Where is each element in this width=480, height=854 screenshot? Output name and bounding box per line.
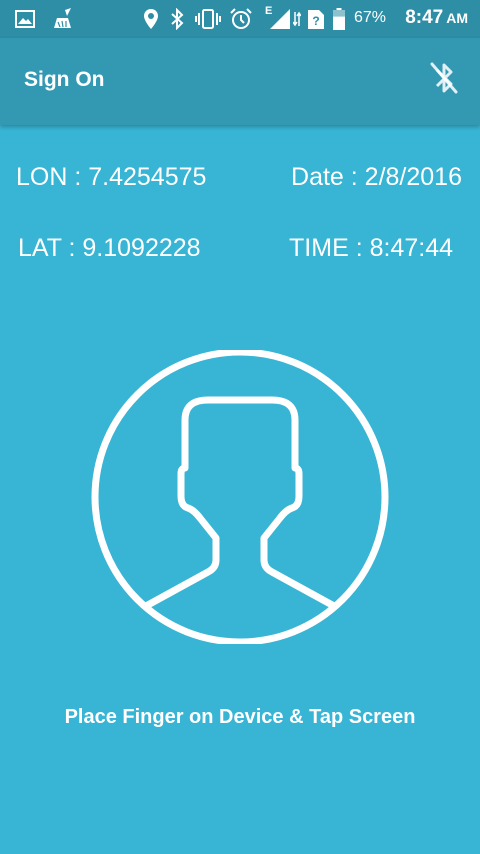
signal-icon (268, 8, 292, 30)
sim-icon: ? (307, 8, 325, 30)
user-avatar-icon (88, 348, 392, 648)
location-icon (142, 8, 160, 30)
page-title: Sign On (24, 68, 105, 91)
date-label: Date : 2/8/2016 (291, 163, 462, 191)
clock-time: 8:47 (405, 7, 444, 28)
alarm-icon (229, 8, 253, 30)
clock-ampm: AM (446, 10, 468, 26)
longitude-label: LON : 7.4254575 (16, 163, 207, 191)
clock: 8:47 AM (405, 7, 468, 29)
image-icon (14, 8, 36, 30)
cleaner-icon (50, 8, 76, 30)
battery-percent: 67% (354, 9, 387, 26)
data-arrows-icon (292, 8, 302, 30)
bluetooth-icon (168, 8, 186, 30)
svg-text:?: ? (312, 14, 319, 28)
fingerprint-tap-area[interactable] (88, 348, 392, 646)
time-label: TIME : 8:47:44 (289, 234, 453, 262)
bluetooth-toggle-button[interactable] (424, 60, 464, 100)
app-toolbar: Sign On (0, 38, 480, 125)
latitude-label: LAT : 9.1092228 (18, 234, 201, 262)
battery-icon (332, 8, 346, 30)
status-bar: E ? 67% 8:47 AM (0, 0, 480, 38)
bluetooth-disabled-icon (428, 60, 460, 101)
vibrate-icon (193, 8, 223, 30)
instruction-text: Place Finger on Device & Tap Screen (64, 706, 416, 728)
